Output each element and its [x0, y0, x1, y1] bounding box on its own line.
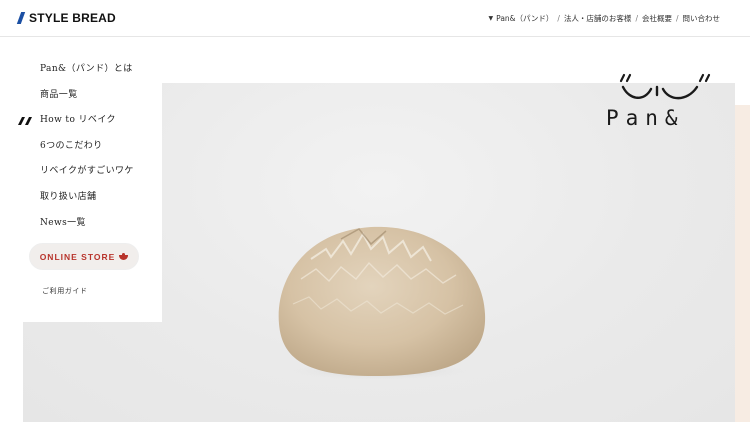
guide-link[interactable]: ご利用ガイド — [42, 286, 88, 296]
bread-image — [278, 226, 486, 379]
menu-item-rebake-reasons[interactable]: リベイクがすごいワケ — [40, 164, 134, 190]
menu-item-commitments[interactable]: 6つのこだわり — [40, 139, 134, 165]
menu-item-stores[interactable]: 取り扱い店舗 — [40, 190, 134, 216]
side-menu: Pan&（パンド）とは 商品一覧 How to リベイク 6つのこだわり リベイ… — [40, 62, 134, 241]
style-bread-logo[interactable]: STYLE BREAD — [17, 11, 116, 25]
triangle-down-icon: ▼ — [488, 15, 494, 22]
nav-separator: / — [635, 14, 638, 23]
decorative-strip — [735, 105, 750, 422]
logo-text: STYLE BREAD — [29, 11, 116, 25]
menu-item-about[interactable]: Pan&（パンド）とは — [40, 62, 134, 88]
top-nav-company[interactable]: 会社概要 — [642, 13, 672, 24]
logo-slash-icon — [17, 12, 26, 24]
menu-item-how-to-rebake[interactable]: How to リベイク — [40, 113, 134, 139]
top-nav-pand[interactable]: Pan&（パンド） — [496, 13, 553, 24]
top-nav-business[interactable]: 法人・店舗のお客様 — [564, 13, 632, 24]
menu-item-news[interactable]: News一覧 — [40, 216, 134, 242]
site-header: STYLE BREAD ▼ Pan&（パンド） / 法人・店舗のお客様 / 会社… — [0, 0, 750, 37]
menu-item-products[interactable]: 商品一覧 — [40, 88, 134, 114]
top-nav-contact[interactable]: 問い合わせ — [683, 13, 721, 24]
online-store-label: ONLINE STORE — [39, 251, 116, 262]
brand-name: Pan& — [606, 106, 685, 130]
double-slash-icon — [18, 117, 32, 125]
nav-separator: / — [557, 14, 560, 23]
top-nav: ▼ Pan&（パンド） / 法人・店舗のお客様 / 会社概要 / 問い合わせ — [489, 13, 720, 24]
bowl-icon — [119, 253, 129, 260]
online-store-button[interactable]: ONLINE STORE — [29, 243, 139, 270]
nav-separator: / — [675, 14, 679, 23]
